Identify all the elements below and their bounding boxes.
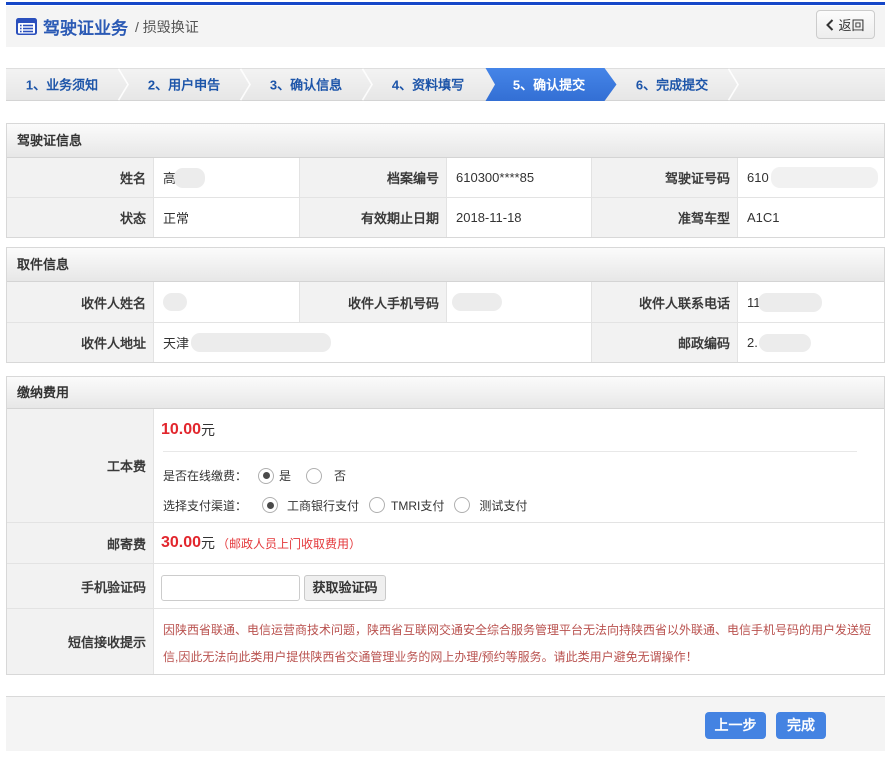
svg-text:3、确认信息: 3、确认信息 <box>270 78 342 93</box>
svg-text:6、完成提交: 6、完成提交 <box>636 78 708 93</box>
svg-text:2、用户申告: 2、用户申告 <box>148 78 220 93</box>
svg-text:4、资料填写: 4、资料填写 <box>392 78 464 93</box>
svg-text:5、确认提交: 5、确认提交 <box>513 78 585 93</box>
svg-text:1、业务须知: 1、业务须知 <box>26 78 98 93</box>
